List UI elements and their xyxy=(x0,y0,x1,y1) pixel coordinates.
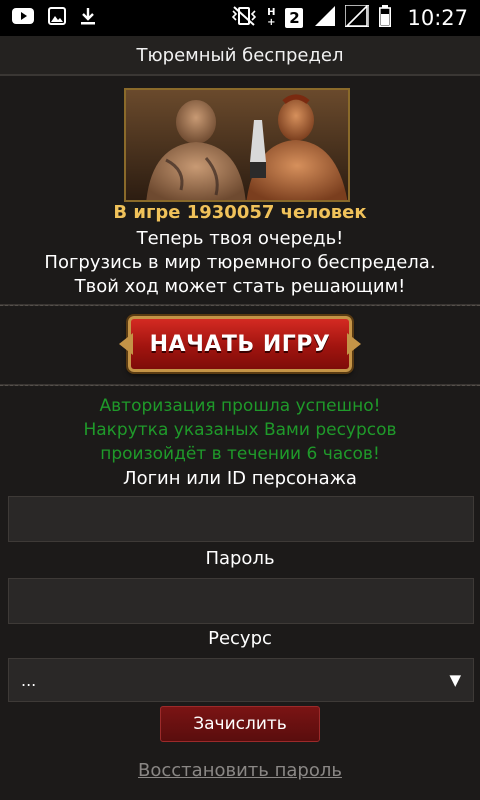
vibrate-icon xyxy=(231,6,257,30)
login-input[interactable] xyxy=(8,496,474,542)
promo-line-2: Погрузись в мир тюремного беспредела. xyxy=(44,252,436,273)
divider xyxy=(0,384,480,386)
resource-selected-value: ... xyxy=(21,670,37,690)
download-icon xyxy=(80,7,96,29)
auth-info-line-2: Накрутка указаных Вами ресурсов xyxy=(83,420,397,440)
login-label: Логин или ID персонажа xyxy=(123,468,357,489)
youtube-icon xyxy=(12,8,34,28)
status-bar: H + 2 10:27 xyxy=(0,0,480,36)
password-label: Пароль xyxy=(205,548,275,569)
sim-slot-badge: 2 xyxy=(285,8,304,28)
resource-label: Ресурс xyxy=(208,628,272,649)
dropdown-arrow-icon: ▼ xyxy=(449,671,461,689)
submit-button[interactable]: Зачислить xyxy=(160,706,320,742)
start-game-button[interactable]: НАЧАТЬ ИГРУ xyxy=(128,316,352,372)
resource-select[interactable]: ... ▼ xyxy=(8,658,474,702)
auth-info-line-3: произойдёт в течении 6 часов! xyxy=(100,444,380,464)
signal-icon xyxy=(313,6,336,30)
promo-line-3: Твой ход может стать решающим! xyxy=(74,276,406,297)
network-type-plus: + xyxy=(267,17,276,28)
page-title: Тюремный беспредел xyxy=(0,36,480,76)
restore-password-link[interactable]: Восстановить пароль xyxy=(0,760,480,781)
divider xyxy=(0,304,480,306)
game-banner-image xyxy=(124,88,350,202)
clock: 10:27 xyxy=(407,6,468,30)
battery-icon xyxy=(379,5,392,31)
network-type-indicator: H + xyxy=(267,8,275,28)
promo-line-1: Теперь твоя очередь! xyxy=(136,228,344,249)
password-input[interactable] xyxy=(8,578,474,624)
auth-success-message: Авторизация прошла успешно! xyxy=(99,396,381,416)
online-players-count: В игре 1930057 человек xyxy=(113,202,367,223)
signal-icon xyxy=(344,4,371,31)
image-icon xyxy=(48,7,66,29)
